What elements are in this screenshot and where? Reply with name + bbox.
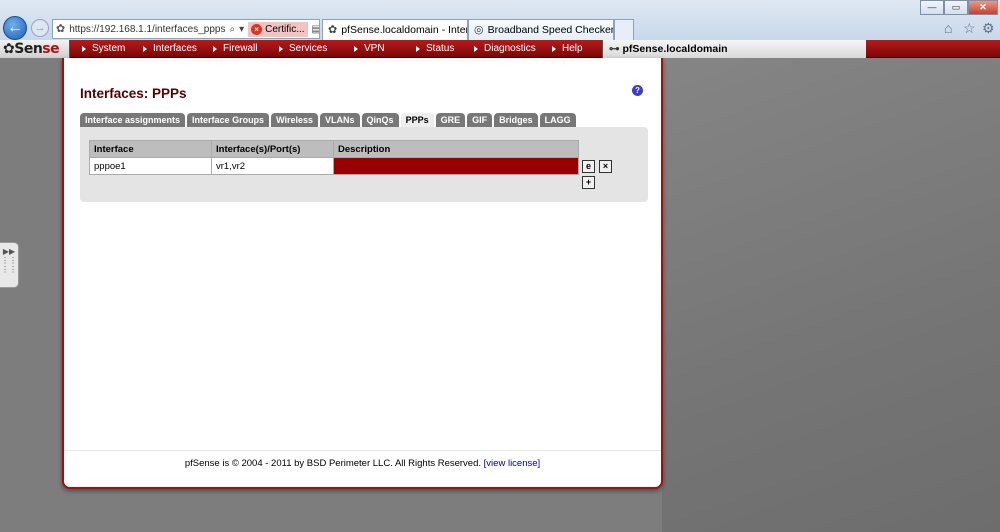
tab-label: pfSense.localdomain - Inter... bbox=[341, 24, 468, 36]
hostname: pfSense.localdomain bbox=[622, 43, 728, 55]
edit-icon[interactable]: e bbox=[582, 160, 595, 173]
tab-interface-assignments[interactable]: Interface assignments bbox=[80, 113, 186, 127]
column-header-interface: Interface bbox=[89, 140, 212, 158]
logo-mark-icon: ✿ bbox=[3, 41, 15, 57]
dropdown-icon[interactable]: ▾ bbox=[239, 24, 244, 35]
cert-error-icon: × bbox=[251, 23, 263, 35]
close-window-button[interactable]: ✕ bbox=[968, 0, 998, 15]
pfsense-logo[interactable]: ✿Sense bbox=[0, 40, 70, 58]
cell-description[interactable] bbox=[333, 157, 579, 175]
cell-interface[interactable]: pppoe1 bbox=[89, 157, 212, 175]
background-swirl bbox=[662, 58, 1000, 532]
back-button[interactable]: ← bbox=[3, 16, 27, 40]
pfsense-favicon-icon: ✿ bbox=[328, 23, 338, 36]
minimize-button[interactable]: — bbox=[920, 0, 944, 15]
new-tab-button[interactable] bbox=[614, 19, 634, 40]
ppp-table: Interface Interface(s)/Port(s) Descripti… bbox=[89, 140, 579, 175]
arrow-left-icon: ← bbox=[7, 19, 23, 36]
browser-tab-pfsense[interactable]: ✿ pfSense.localdomain - Inter... ✕ bbox=[322, 19, 468, 40]
view-license-link[interactable]: [view license] bbox=[484, 458, 541, 469]
network-icon: ⊶ bbox=[609, 43, 620, 55]
search-icon[interactable]: ⌕ bbox=[229, 24, 235, 35]
tab-bridges[interactable]: Bridges bbox=[494, 113, 538, 127]
arrow-right-icon: → bbox=[34, 22, 46, 34]
tab-vlans[interactable]: VLANs bbox=[320, 113, 360, 127]
menu-items: System Interfaces Firewall Services VPN … bbox=[78, 40, 598, 58]
cell-ports[interactable]: vr1,vr2 bbox=[211, 157, 334, 175]
menu-status[interactable]: Status bbox=[412, 40, 470, 58]
forward-button[interactable]: → bbox=[31, 19, 49, 37]
tab-gre[interactable]: GRE bbox=[435, 113, 466, 127]
page-title: Interfaces: PPPs bbox=[80, 86, 187, 101]
maximize-button[interactable]: ▭ bbox=[944, 0, 968, 15]
menu-diagnostics[interactable]: Diagnostics bbox=[470, 40, 548, 58]
footer-divider bbox=[64, 450, 661, 451]
tab-lagg[interactable]: LAGG bbox=[539, 113, 576, 127]
tab-ppps[interactable]: PPPs bbox=[400, 113, 434, 127]
tab-wireless[interactable]: Wireless bbox=[271, 113, 319, 127]
cert-label: Certific... bbox=[265, 23, 305, 35]
menu-help[interactable]: Help bbox=[548, 40, 598, 58]
menu-interfaces[interactable]: Interfaces bbox=[139, 40, 209, 58]
tab-interface-groups[interactable]: Interface Groups bbox=[187, 113, 270, 127]
table-row[interactable]: pppoe1 vr1,vr2 bbox=[89, 157, 579, 175]
menu-system[interactable]: System bbox=[78, 40, 139, 58]
menu-firewall[interactable]: Firewall bbox=[209, 40, 275, 58]
grip-icon: ⋮⋮ ⋮⋮ bbox=[1, 256, 17, 274]
column-header-ports: Interface(s)/Port(s) bbox=[211, 140, 334, 158]
tab-label: Broadband Speed Checker - T... bbox=[487, 24, 614, 36]
address-url[interactable]: https://192.168.1.1/interfaces_ppps bbox=[69, 24, 225, 35]
browser-tab-speedchecker[interactable]: ◎ Broadband Speed Checker - T... bbox=[468, 19, 614, 40]
column-header-description: Description bbox=[333, 140, 579, 158]
footer-copyright: pfSense is © 2004 - 2011 by BSD Perimete… bbox=[184, 458, 482, 469]
logo-text-accent: se bbox=[42, 41, 60, 57]
delete-icon[interactable]: × bbox=[599, 160, 612, 173]
side-panel-handle[interactable]: ▶▶ ⋮⋮ ⋮⋮ bbox=[0, 242, 19, 288]
table-header-row: Interface Interface(s)/Port(s) Descripti… bbox=[89, 140, 579, 158]
hostname-box: ⊶ pfSense.localdomain bbox=[602, 40, 866, 58]
menu-vpn[interactable]: VPN bbox=[350, 40, 412, 58]
compat-view-icon[interactable]: ▤ bbox=[312, 24, 319, 35]
logo-text: Sen bbox=[14, 41, 43, 57]
interface-tabs: Interface assignments Interface Groups W… bbox=[80, 113, 576, 127]
menu-services[interactable]: Services bbox=[275, 40, 350, 58]
add-icon[interactable]: + bbox=[582, 176, 595, 189]
site-favicon-icon: ◎ bbox=[474, 23, 484, 36]
gear-icon[interactable]: ⚙ bbox=[982, 20, 995, 37]
star-icon[interactable]: ☆ bbox=[963, 20, 976, 37]
footer: pfSense is © 2004 - 2011 by BSD Perimete… bbox=[64, 458, 661, 469]
tab-gif[interactable]: GIF bbox=[467, 113, 493, 127]
tab-qinqs[interactable]: QinQs bbox=[361, 113, 399, 127]
pfsense-favicon-icon: ✿ bbox=[56, 22, 66, 35]
help-icon[interactable]: ? bbox=[632, 85, 643, 96]
address-bar[interactable]: ✿ https://192.168.1.1/interfaces_ppps ⌕ … bbox=[52, 19, 320, 39]
certificate-error[interactable]: × Certific... bbox=[248, 21, 308, 37]
double-chevron-right-icon: ▶▶ bbox=[2, 247, 16, 256]
home-icon[interactable]: ⌂ bbox=[944, 20, 952, 36]
